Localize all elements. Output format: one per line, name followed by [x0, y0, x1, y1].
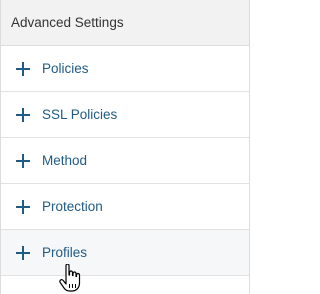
policies-item[interactable]: Policies — [1, 46, 249, 92]
plus-icon[interactable] — [16, 245, 30, 260]
ssl-policies-label[interactable]: SSL Policies — [42, 107, 117, 122]
ssl-policies-item[interactable]: SSL Policies — [1, 92, 249, 138]
profiles-label[interactable]: Profiles — [42, 245, 87, 260]
protection-label[interactable]: Protection — [42, 199, 103, 214]
plus-icon[interactable] — [16, 107, 30, 122]
plus-icon[interactable] — [16, 153, 30, 168]
method-label[interactable]: Method — [42, 153, 87, 168]
panel-title: Advanced Settings — [11, 15, 124, 30]
advanced-settings-panel: Advanced Settings Policies SSL Policies … — [0, 0, 250, 294]
profiles-item[interactable]: Profiles — [1, 230, 249, 276]
policies-label[interactable]: Policies — [42, 61, 89, 76]
protection-item[interactable]: Protection — [1, 184, 249, 230]
plus-icon[interactable] — [16, 199, 30, 214]
plus-icon[interactable] — [16, 61, 30, 76]
method-item[interactable]: Method — [1, 138, 249, 184]
advanced-settings-header: Advanced Settings — [1, 0, 249, 46]
